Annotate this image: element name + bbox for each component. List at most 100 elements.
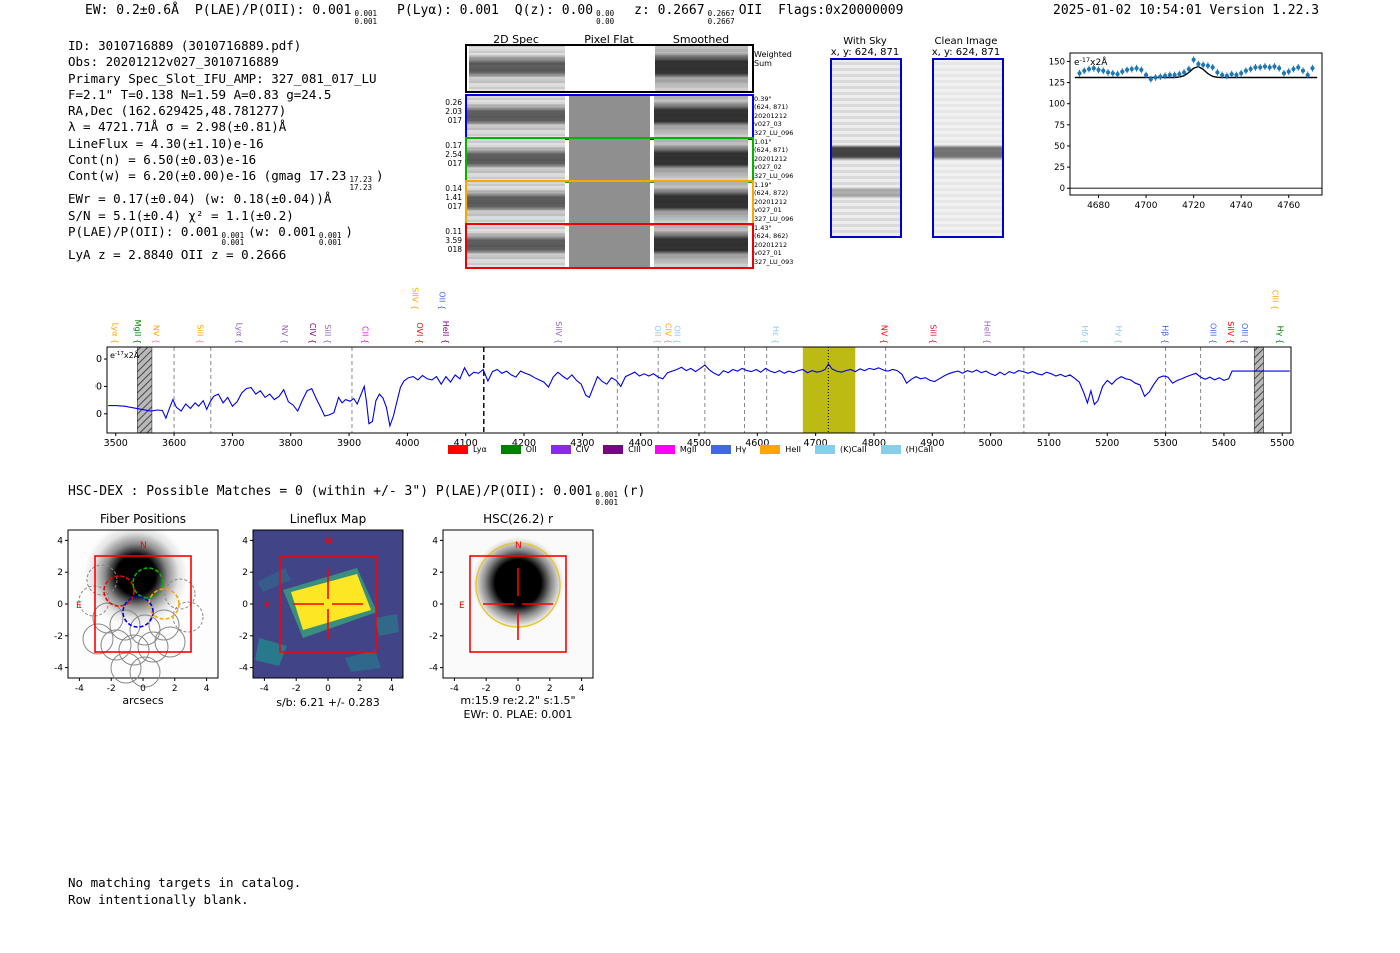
- data-points: [1077, 56, 1315, 83]
- legend-label: OII: [525, 445, 537, 454]
- line-label-OIII: OIII {: [1208, 323, 1217, 344]
- line-labels: Lyα {MgII {NV {SiII {Lyα {NV {CIV {SiII …: [111, 287, 1285, 344]
- panel-ytick: 2: [57, 568, 63, 578]
- fiber-smoothed-image: [654, 96, 748, 138]
- legend-label: CIV: [575, 445, 590, 454]
- fiber-smoothed-image: [654, 182, 748, 224]
- legend-swatch: [500, 445, 521, 454]
- inset-ytick: 50: [1054, 142, 1065, 152]
- fiber-2dspec-image: [467, 182, 565, 224]
- fiber-row-weights: 0.11 3.59 018: [445, 227, 462, 254]
- legend-swatch: [550, 445, 571, 454]
- flux-unit-label: e-17x2Å: [110, 349, 140, 360]
- panel-ytick: 4: [432, 536, 438, 546]
- panel-xtick: -4: [260, 684, 269, 694]
- plya-value: P(Lyα): 0.001: [397, 3, 499, 18]
- panel-xtick: -2: [107, 684, 116, 694]
- fiber-row-weights: 0.14 1.41 017: [445, 184, 462, 211]
- spectrum-xtick: 5200: [1095, 438, 1119, 449]
- legend-swatch: [654, 445, 675, 454]
- line-label-OII: OII {: [437, 291, 446, 310]
- galaxy-blob: [68, 530, 218, 678]
- z-value: z: 0.2667 0.2667 0.2667 OII: [634, 3, 763, 26]
- panel-xtick: 4: [204, 684, 210, 694]
- line-label-OVI: OVI {: [415, 322, 424, 344]
- legend-label: Lyα: [473, 445, 487, 454]
- legend-label: MgII: [679, 445, 697, 454]
- legend-item-(H)CaII: (H)CaII: [880, 445, 933, 454]
- qz-frac: 0.00 0.00: [596, 9, 615, 26]
- lineflux-caption: s/b: 6.21 +/- 0.283: [276, 696, 380, 709]
- line-label-SiII: SiII {: [323, 324, 332, 344]
- weighted-2dspec-image: [469, 46, 565, 91]
- line-label-Hγ: Hγ {: [1114, 326, 1123, 344]
- legend-swatch: [760, 445, 781, 454]
- legend-swatch: [880, 445, 901, 454]
- legend-swatch: [814, 445, 835, 454]
- legend-item-Lyα: Lyα: [448, 445, 487, 454]
- inset-ytick: 100: [1049, 100, 1065, 110]
- legend-swatch: [710, 445, 731, 454]
- weighted-sum-label: Weighted Sum: [754, 50, 792, 68]
- line-label-CIV: CIV {: [308, 323, 317, 344]
- fiber-row-2d-2: [465, 180, 754, 226]
- panel-ytick: -2: [239, 632, 248, 642]
- legend-label: Hγ: [735, 445, 747, 454]
- plae-frac-1: 0.001 0.001: [221, 230, 245, 248]
- spectrum-xtick: 3900: [337, 438, 361, 449]
- panel-xtick: -4: [450, 684, 459, 694]
- fiber-2dspec-image: [467, 225, 565, 267]
- info-ewr: EWr = 0.17(±0.04) (w: 0.18(±0.04))Å: [68, 191, 332, 207]
- info-primary-spec: Primary Spec_Slot_IFU_AMP: 327_081_017_L…: [68, 70, 377, 86]
- fiber-row-meta: 1.01" (624, 871) 20201212 v027_02 327_LU_096: [754, 138, 794, 180]
- panel-ytick: 0: [242, 600, 248, 610]
- fiber-row-2d-1: [465, 137, 754, 183]
- fiber-row-2d-3: [465, 223, 754, 269]
- panel-ytick: 4: [242, 536, 248, 546]
- with-sky-image: [830, 58, 902, 238]
- catalog-match-notes: No matching targets in catalog. Row inte…: [68, 875, 301, 908]
- flux-unit-label: e-17x2Å: [1074, 56, 1108, 68]
- panel-ytick: 4: [57, 536, 63, 546]
- line-label-OII: OII {: [672, 325, 681, 344]
- line-label-Hδ: Hδ {: [1080, 325, 1089, 344]
- clean-image-box: [932, 58, 1004, 238]
- fiber-row-weights: 0.17 2.54 017: [445, 141, 462, 168]
- inset-xtick: 4700: [1135, 201, 1158, 211]
- panel-xtick: -4: [75, 684, 84, 694]
- spectrum-legend: Lyα OII CIV CIII MgII Hγ HeII (K)CaII (H)CaII: [448, 445, 947, 454]
- panel-xtick: 4: [579, 684, 585, 694]
- line-label-CIII: CIII {: [1270, 290, 1279, 310]
- plae-poii-value: P(LAE)/P(OII): 0.001 0.001 0.001: [194, 3, 378, 26]
- spectrum-xtick: 5300: [1154, 438, 1178, 449]
- weighted-sum-row: [465, 44, 754, 93]
- panel-ytick: -4: [239, 664, 248, 674]
- line-label-SiII: SiII {: [928, 324, 937, 344]
- east-label: E: [459, 601, 465, 611]
- line-label-Hβ: Hβ {: [1161, 325, 1170, 344]
- clean-image-coords: x, y: 624, 871: [931, 47, 1001, 58]
- info-seeing: F=2.1" T=0.138 N=1.59 A=0.83 g=24.5: [68, 86, 332, 102]
- target-line-band: [802, 347, 856, 433]
- inset-ytick: 125: [1049, 79, 1065, 89]
- fiber-2dspec-image: [467, 96, 565, 138]
- panel-ytick: -2: [54, 632, 63, 642]
- line-label-Lyα: Lyα {: [234, 323, 243, 344]
- footer-line-1: No matching targets in catalog.: [68, 875, 302, 890]
- weighted-smoothed-image: [655, 46, 748, 91]
- flags-value: Flags:0x20000009: [778, 3, 904, 18]
- info-radec: RA,Dec (162.629425,48.781277): [68, 103, 287, 119]
- plae-frac-2: 0.001 0.001: [318, 230, 342, 248]
- header-stats: EW: 0.2±0.6Å P(LAE)/P(OII): 0.001 0.001 0.0…: [85, 3, 919, 25]
- fiber-smoothed-image: [654, 139, 748, 181]
- line-label-SiIV: SiIV {: [411, 287, 420, 310]
- hsc-dex-match-line: HSC-DEX : Possible Matches = 0 (within +…: [68, 484, 646, 507]
- info-sn-chi2: S/N = 5.1(±0.4) χ² = 1.1(±0.2): [68, 207, 294, 223]
- inset-xtick: 4720: [1182, 201, 1205, 211]
- info-obs: Obs: 20201212v027_3010716889: [68, 54, 279, 70]
- spectrum-xtick: 5500: [1270, 438, 1294, 449]
- qz-value: Q(z): 0.00 0.00 0.00: [514, 3, 615, 26]
- hsc-galaxy-blob: [443, 530, 593, 678]
- line-fit-inset-chart: 0 25 50 75 100 125 150 4680 4700 4720 4740 4760 e-17…: [1049, 52, 1323, 211]
- inset-ytick: 75: [1054, 121, 1065, 131]
